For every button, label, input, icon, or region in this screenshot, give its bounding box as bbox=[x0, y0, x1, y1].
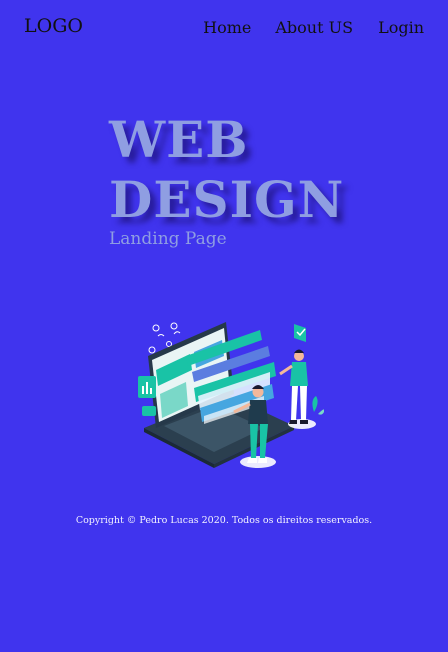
footer-copyright: Copyright © Pedro Lucas 2020. Todos os d… bbox=[75, 515, 373, 526]
web-design-illustration-icon bbox=[138, 322, 324, 468]
nav-home-link[interactable]: Home bbox=[203, 18, 251, 37]
hero-subtitle: Landing Page bbox=[109, 229, 227, 249]
hero-title: WEB DESIGN bbox=[109, 110, 344, 230]
nav-about-link[interactable]: About US bbox=[275, 18, 353, 37]
hero-title-line1: WEB bbox=[109, 110, 249, 169]
main-nav: Home About US Login bbox=[203, 18, 424, 37]
nav-login-link[interactable]: Login bbox=[378, 18, 424, 37]
logo[interactable]: LOGO bbox=[24, 15, 83, 37]
hero-title-line2: DESIGN bbox=[109, 170, 345, 229]
